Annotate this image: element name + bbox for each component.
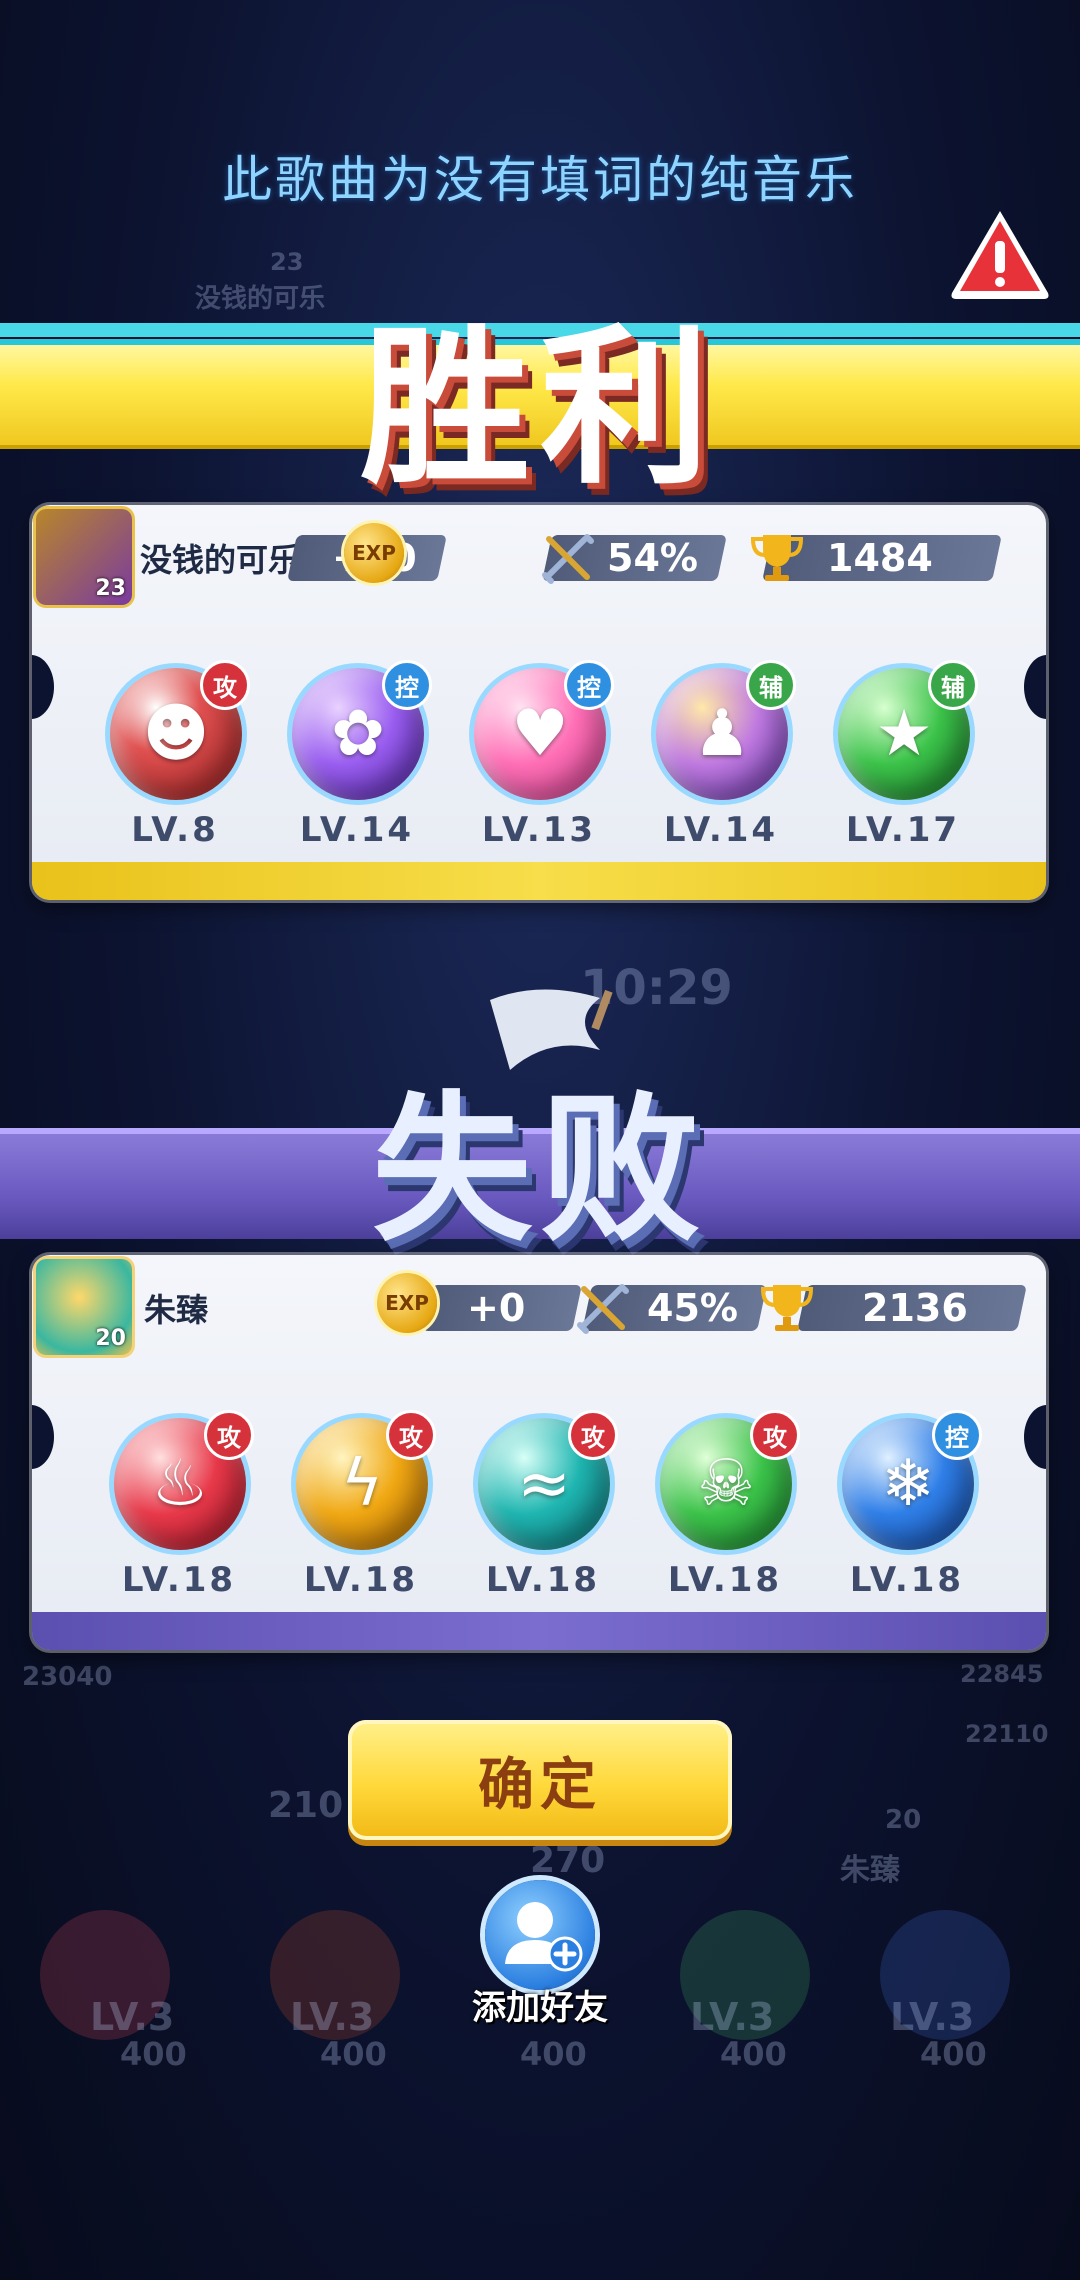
add-friend-button[interactable]: 添加好友 xyxy=(470,1880,610,2030)
role-badge: 辅 xyxy=(928,660,978,710)
loser-card: 20 朱臻 +0 EXP 45% 2136 ♨ 攻 LV.18 ϟ 攻 LV.1… xyxy=(32,1255,1046,1650)
role-badge: 攻 xyxy=(204,1410,254,1460)
song-notice: 此歌曲为没有填词的纯音乐 xyxy=(222,151,858,209)
loser-avatar[interactable]: 20 xyxy=(36,1259,132,1355)
hero-level: LV.8 xyxy=(131,810,219,850)
ghost-cost: 400 xyxy=(520,2035,587,2073)
hero-level: LV.13 xyxy=(481,810,597,850)
confirm-button[interactable]: 确定 xyxy=(348,1720,732,1840)
ghost-right-score-2: 22110 xyxy=(965,1720,1049,1748)
winner-avatar[interactable]: 23 xyxy=(36,509,132,605)
role-badge: 控 xyxy=(382,660,432,710)
loser-exp-pill: +0 xyxy=(422,1285,582,1331)
exp-icon: EXP xyxy=(344,523,404,583)
ghost-cost: 400 xyxy=(720,2035,787,2073)
hero-slot[interactable]: ♨ 攻 LV.18 xyxy=(104,1410,254,1610)
add-friend-icon xyxy=(485,1880,595,1990)
hero-level: LV.14 xyxy=(299,810,415,850)
hero-slot[interactable]: ♥ 控 LV.13 xyxy=(464,660,614,860)
hero-slot[interactable]: ϟ 攻 LV.18 xyxy=(286,1410,436,1610)
hero-level: LV.18 xyxy=(667,1560,783,1600)
hero-slot[interactable]: ≈ 攻 LV.18 xyxy=(468,1410,618,1610)
hero-slot[interactable]: ♟ 辅 LV.14 xyxy=(646,660,796,860)
hero-level: LV.18 xyxy=(121,1560,237,1600)
winner-name: 没钱的可乐 xyxy=(140,541,301,579)
hero-slot[interactable]: ❄ 控 LV.18 xyxy=(832,1410,982,1610)
role-badge: 辅 xyxy=(746,660,796,710)
winner-level: 23 xyxy=(95,576,126,601)
loser-name: 朱臻 xyxy=(144,1291,209,1329)
role-badge: 攻 xyxy=(568,1410,618,1460)
loser-trophies: 2136 xyxy=(862,1286,968,1330)
loser-trophy-pill: 2136 xyxy=(797,1285,1027,1331)
hero-level: LV.17 xyxy=(845,810,961,850)
hero-slot[interactable]: ☠ 攻 LV.18 xyxy=(650,1410,800,1610)
loser-level: 20 xyxy=(95,1326,126,1351)
hero-level: LV.18 xyxy=(849,1560,965,1600)
victory-title: 胜利 xyxy=(359,310,720,508)
winner-winrate: 54% xyxy=(607,536,698,580)
hero-level: LV.18 xyxy=(303,1560,419,1600)
hero-slot[interactable]: ✿ 控 LV.14 xyxy=(282,660,432,860)
ghost-cost: 400 xyxy=(320,2035,387,2073)
hero-level: LV.18 xyxy=(485,1560,601,1600)
crossed-swords-icon xyxy=(577,1284,629,1334)
hero-level: LV.14 xyxy=(663,810,779,850)
add-friend-label: 添加好友 xyxy=(472,1988,608,2028)
hero-slot[interactable]: ☻ 攻 LV.8 xyxy=(100,660,250,860)
role-badge: 攻 xyxy=(750,1410,800,1460)
ghost-cost: 400 xyxy=(920,2035,987,2073)
winner-heroes: ☻ 攻 LV.8 ✿ 控 LV.14 ♥ 控 LV.13 ♟ 辅 LV.14 ★… xyxy=(32,660,1046,860)
exp-icon: EXP xyxy=(377,1273,437,1333)
defeat-title: 失败 xyxy=(371,1076,708,1263)
role-badge: 攻 xyxy=(386,1410,436,1460)
ghost-lv-label: LV.3 xyxy=(690,1995,775,2039)
ghost-lv-label: LV.3 xyxy=(90,1995,175,2039)
loser-winrate: 45% xyxy=(647,1286,738,1330)
loser-card-footer xyxy=(32,1612,1046,1650)
role-badge: 控 xyxy=(564,660,614,710)
ghost-lv-label: LV.3 xyxy=(890,1995,975,2039)
ghost-sp-2: 270 xyxy=(530,1840,606,1881)
ghost-bottom-level: 20 xyxy=(885,1805,922,1835)
loser-heroes: ♨ 攻 LV.18 ϟ 攻 LV.18 ≈ 攻 LV.18 ☠ 攻 LV.18 … xyxy=(32,1410,1046,1610)
winner-card-footer xyxy=(32,862,1046,900)
ghost-sp-1: 210 xyxy=(268,1785,344,1826)
ghost-right-score-1: 22845 xyxy=(960,1660,1044,1688)
winner-trophies: 1484 xyxy=(827,536,933,580)
ghost-lv-label: LV.3 xyxy=(290,1995,375,2039)
trophy-icon xyxy=(760,1285,814,1331)
ghost-bottom-name: 朱臻 xyxy=(840,1853,900,1888)
trophy-icon xyxy=(750,535,804,581)
role-badge: 攻 xyxy=(200,660,250,710)
role-badge: 控 xyxy=(932,1410,982,1460)
winner-card: 23 没钱的可乐 +10 EXP 54% 1484 ☻ 攻 LV.8 ✿ 控 L… xyxy=(32,505,1046,900)
loser-exp: +0 xyxy=(467,1286,526,1330)
ghost-left-score: 23040 xyxy=(22,1662,113,1692)
ghost-cost: 400 xyxy=(120,2035,187,2073)
hero-slot[interactable]: ★ 辅 LV.17 xyxy=(828,660,978,860)
crossed-swords-icon xyxy=(542,534,594,584)
